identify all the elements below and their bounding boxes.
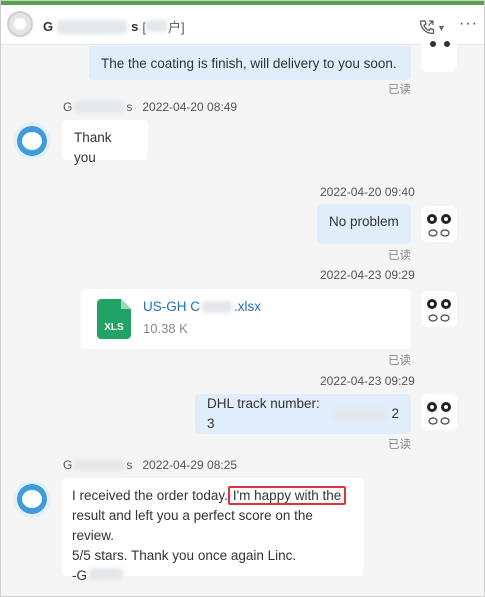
contact-avatar[interactable] — [13, 122, 51, 160]
highlighted-text: I'm happy with the — [227, 486, 347, 505]
message-time: 2022-04-23 09:29 — [320, 374, 415, 388]
message-bubble-incoming[interactable]: Thank you — [62, 120, 148, 165]
message-text: No problem — [329, 214, 399, 229]
message-bubble-outgoing[interactable]: DHL track number: 3 2 — [195, 394, 411, 434]
redacted-sender — [74, 459, 125, 471]
file-size: 10.38 K — [143, 321, 188, 336]
more-icon[interactable]: ··· — [459, 15, 478, 33]
chat-window: G s [户] ▼ ··· The the coating is finish,… — [0, 0, 485, 597]
sender-line: G s 2022-04-20 08:49 — [63, 100, 238, 114]
message-text: The the coating is finish, will delivery… — [101, 56, 397, 71]
redacted-file-name — [202, 300, 232, 313]
contact-avatar[interactable] — [13, 480, 51, 518]
message-text: Thank you — [74, 130, 112, 165]
redacted-name — [57, 19, 128, 34]
message-bubble-incoming[interactable]: I received the order today. I'm happy wit… — [62, 478, 364, 583]
contact-avatar[interactable] — [7, 11, 33, 37]
message-bubble-outgoing[interactable]: No problem — [317, 204, 411, 244]
read-status: 已读 — [388, 250, 411, 262]
avatar-image-icon — [430, 41, 450, 47]
sender-line: G s 2022-04-29 08:25 — [63, 458, 238, 472]
message-list: The the coating is finish, will delivery… — [1, 36, 484, 596]
avatar-image-icon — [427, 214, 451, 237]
contact-title: G s [户] — [43, 17, 185, 36]
my-avatar[interactable] — [421, 36, 457, 72]
xls-file-icon: XLS — [97, 299, 131, 339]
read-status: 已读 — [388, 439, 411, 451]
phone-call-icon[interactable] — [419, 19, 435, 35]
message-time: 2022-04-20 08:49 — [142, 100, 238, 114]
read-status: 已读 — [388, 355, 411, 367]
message-time: 2022-04-29 08:25 — [142, 458, 238, 472]
contact-name-start: G — [43, 19, 54, 34]
chevron-down-icon[interactable]: ▼ — [437, 23, 446, 33]
my-avatar[interactable] — [421, 291, 457, 327]
message-line-1: I received the order today. I'm happy wit… — [72, 486, 354, 506]
my-avatar[interactable] — [421, 394, 457, 430]
message-text: DHL track number: 3 — [207, 396, 320, 431]
message-bubble-outgoing[interactable]: The the coating is finish, will delivery… — [89, 46, 411, 80]
file-attachment[interactable]: XLS US-GH C .xlsx 10.38 K — [81, 289, 411, 349]
avatar-image-icon — [427, 402, 451, 425]
file-name[interactable]: US-GH C .xlsx — [143, 299, 261, 314]
file-type-label: XLS — [104, 322, 124, 333]
message-line-2: result and left you a perfect score on t… — [72, 508, 313, 543]
message-time: 2022-04-20 09:40 — [320, 185, 415, 199]
message-time: 2022-04-23 09:29 — [320, 268, 415, 282]
read-status: 已读 — [388, 84, 411, 96]
chat-header: G s [户] ▼ ··· — [1, 5, 484, 45]
contact-name-end: s — [131, 19, 139, 34]
message-line-4: -G — [72, 566, 354, 586]
redacted-sender — [74, 101, 125, 113]
avatar-image-icon — [427, 299, 451, 322]
redacted-tracking — [332, 408, 388, 420]
message-text-end: 2 — [391, 406, 399, 421]
contact-subtitle: [户] — [142, 20, 185, 35]
my-avatar[interactable] — [421, 206, 457, 242]
message-line-3: 5/5 stars. Thank you once again Linc. — [72, 548, 297, 563]
redacted-signature — [89, 568, 123, 580]
